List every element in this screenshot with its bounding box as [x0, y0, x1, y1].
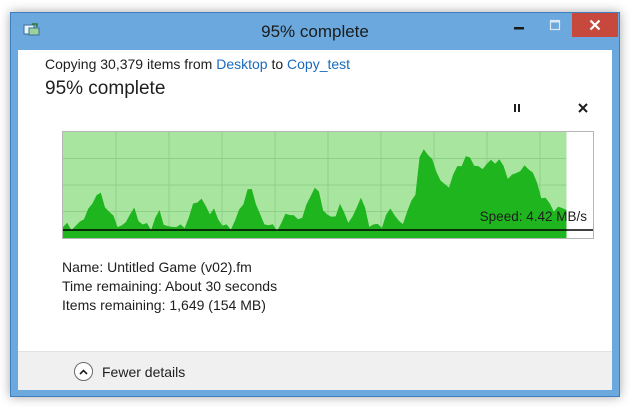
- dialog-footer: Fewer details: [18, 351, 612, 390]
- detail-items-value: 1,649 (154 MB): [169, 297, 266, 313]
- speed-graph: Speed: 4.42 MB/s: [62, 131, 594, 239]
- detail-items-label: Items remaining:: [62, 297, 166, 313]
- fewer-details-button[interactable]: Fewer details: [74, 362, 185, 381]
- detail-time-label: Time remaining:: [62, 278, 162, 294]
- cancel-button[interactable]: [573, 98, 593, 118]
- detail-name-label: Name:: [62, 259, 104, 275]
- cancel-icon: [578, 103, 588, 113]
- copy-summary-prefix: Copying 30,379 items from: [45, 56, 217, 72]
- percent-complete-heading: 95% complete: [45, 78, 166, 99]
- close-icon: [589, 19, 601, 31]
- pause-icon: [514, 104, 520, 112]
- maximize-icon: [549, 19, 561, 31]
- copy-summary-to: to: [267, 56, 288, 72]
- chevron-up-icon: [74, 362, 93, 381]
- copy-details: Name: Untitled Game (v02).fm Time remain…: [62, 258, 277, 315]
- close-button[interactable]: [572, 13, 618, 37]
- maximize-button[interactable]: [538, 13, 572, 37]
- minimize-button[interactable]: [502, 13, 536, 37]
- detail-time-value: About 30 seconds: [164, 278, 278, 294]
- detail-name-value: Untitled Game (v02).fm: [107, 259, 252, 275]
- detail-items-row: Items remaining: 1,649 (154 MB): [62, 296, 277, 315]
- minimize-icon: [514, 27, 524, 30]
- detail-time-row: Time remaining: About 30 seconds: [62, 277, 277, 296]
- copy-summary: Copying 30,379 items from Desktop to Cop…: [45, 56, 350, 72]
- detail-name-row: Name: Untitled Game (v02).fm: [62, 258, 277, 277]
- source-folder-link[interactable]: Desktop: [216, 56, 267, 72]
- destination-folder-link[interactable]: Copy_test: [287, 56, 350, 72]
- fewer-details-label: Fewer details: [102, 363, 186, 380]
- speed-label: Speed: 4.42 MB/s: [479, 209, 587, 224]
- pause-button[interactable]: [507, 98, 527, 118]
- title-bar[interactable]: 95% complete: [11, 13, 619, 50]
